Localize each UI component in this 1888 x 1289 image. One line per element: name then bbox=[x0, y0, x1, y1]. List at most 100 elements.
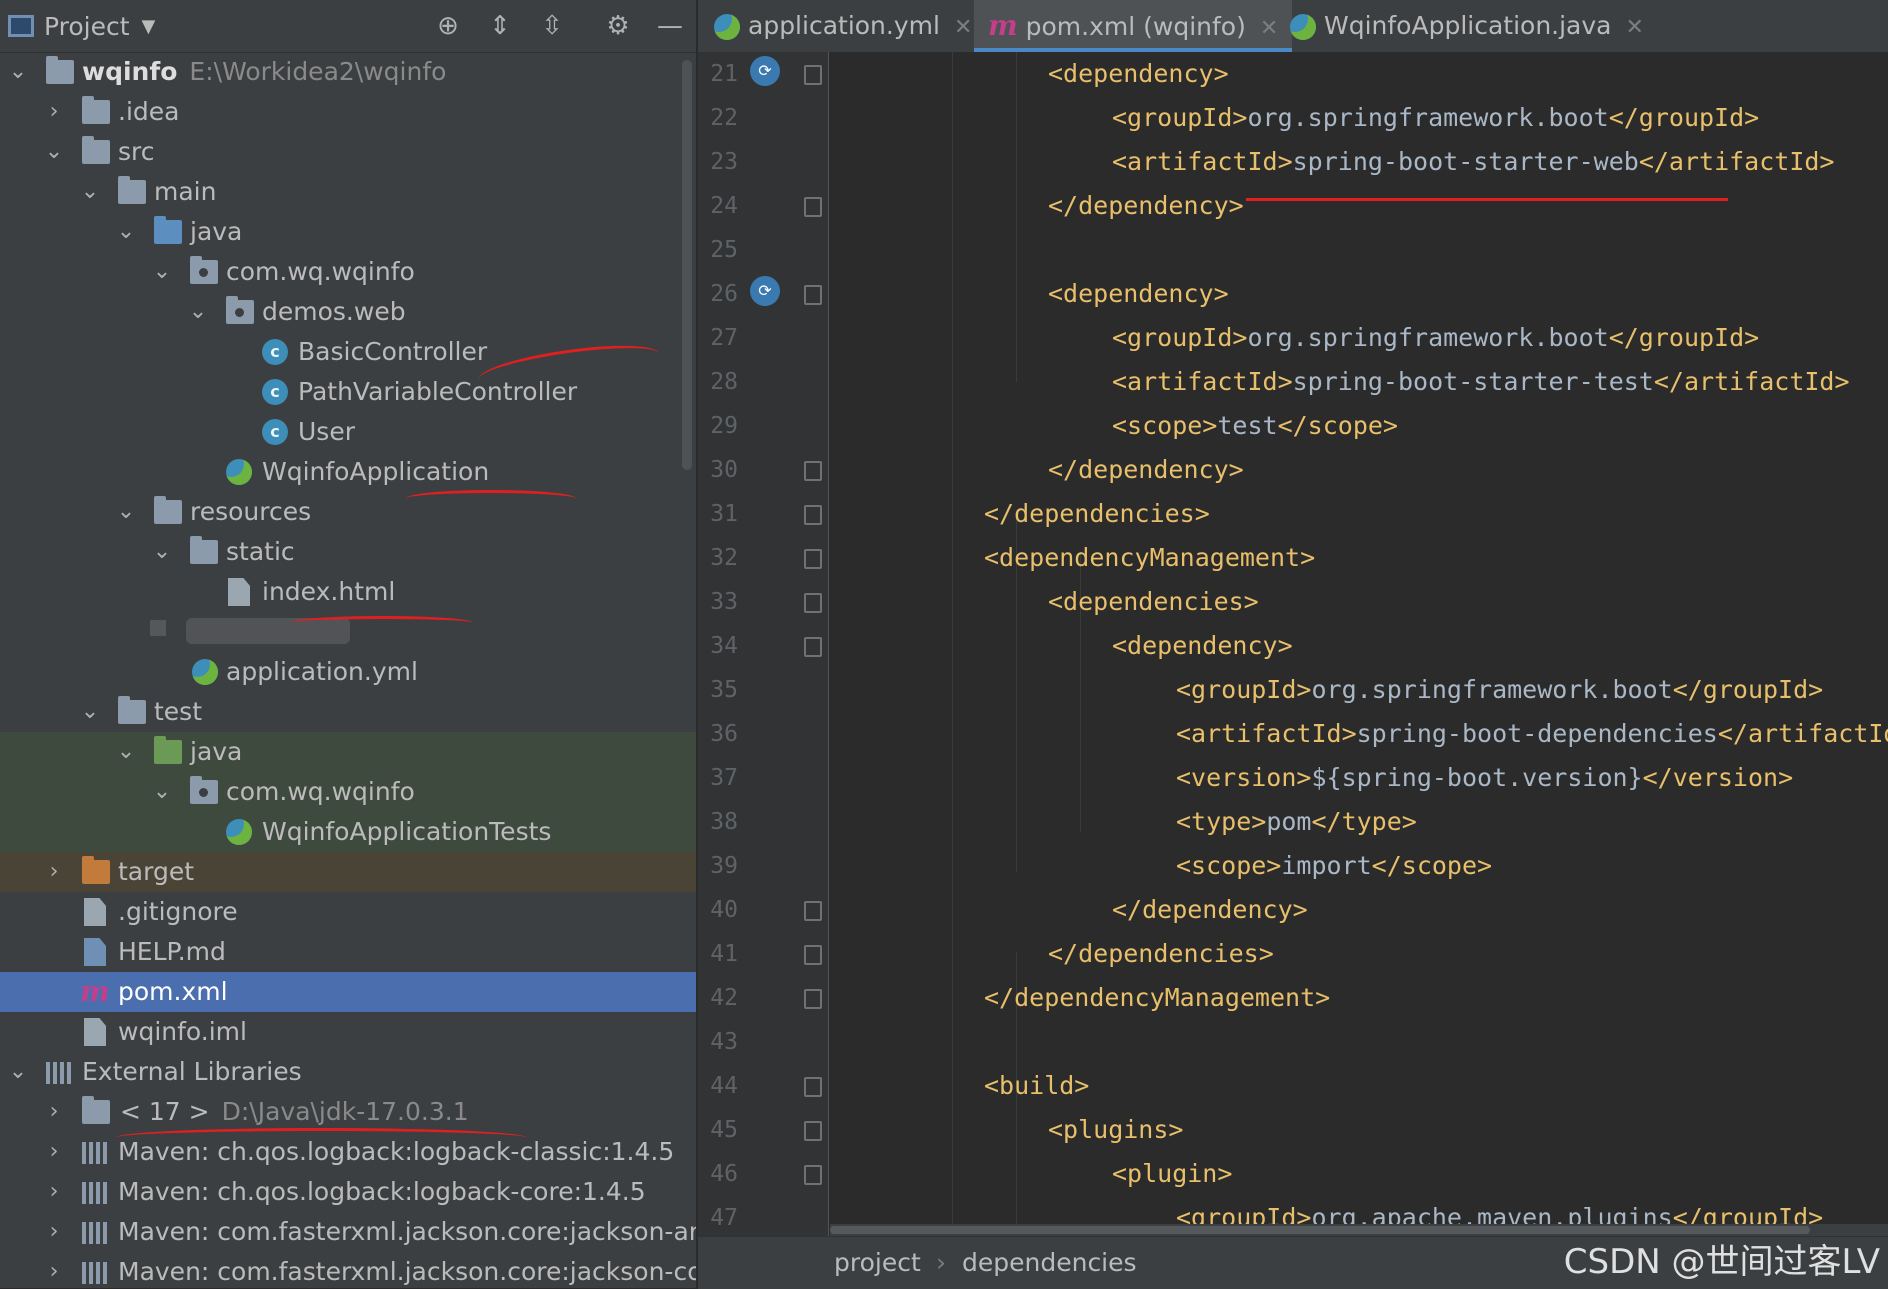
xml-tag: <dependency> bbox=[1048, 59, 1229, 88]
editor-horizontal-scrollbar[interactable] bbox=[830, 1224, 1888, 1236]
tree-item-external-libraries[interactable]: ⌄ External Libraries bbox=[0, 1052, 696, 1092]
close-icon[interactable]: ✕ bbox=[954, 15, 972, 40]
folder-icon bbox=[82, 136, 110, 164]
chevron-down-icon[interactable]: ⌄ bbox=[150, 772, 174, 812]
tree-item-library[interactable]: › Maven: ch.qos.logback:logback-core:1.4… bbox=[0, 1172, 696, 1212]
run-gutter-icon[interactable]: ⟳ bbox=[750, 276, 780, 306]
fold-icon[interactable] bbox=[804, 1121, 822, 1141]
tree-item-application-yml[interactable]: application.yml bbox=[0, 652, 696, 692]
chevron-down-icon[interactable]: ⌄ bbox=[42, 132, 66, 172]
fold-icon[interactable] bbox=[804, 505, 822, 525]
tree-item-label: User bbox=[298, 417, 355, 446]
tree-item-package[interactable]: ⌄ com.wq.wqinfo bbox=[0, 252, 696, 292]
tree-item-static[interactable]: ⌄ static bbox=[0, 532, 696, 572]
line-number: 33 bbox=[710, 589, 738, 615]
tree-item-test-class[interactable]: WqinfoApplicationTests bbox=[0, 812, 696, 852]
fold-icon[interactable] bbox=[804, 549, 822, 569]
tree-item-library[interactable]: › Maven: com.fasterxml.jackson.core:jack… bbox=[0, 1212, 696, 1252]
tree-item-help-md[interactable]: HELP.md bbox=[0, 932, 696, 972]
tree-item-test-package[interactable]: ⌄ com.wq.wqinfo bbox=[0, 772, 696, 812]
maven-file-icon: m bbox=[988, 9, 1018, 42]
line-number: 23 bbox=[710, 149, 738, 175]
package-icon bbox=[190, 256, 218, 284]
library-icon bbox=[82, 1182, 110, 1204]
tree-item-src[interactable]: ⌄ src bbox=[0, 132, 696, 172]
project-view-selector[interactable]: Project ▼ bbox=[8, 12, 155, 41]
project-panel-title: Project bbox=[44, 11, 130, 41]
tree-item-root[interactable]: ⌄ wqinfo E:\Workidea2\wqinfo bbox=[0, 52, 696, 92]
chevron-down-icon[interactable]: ⌄ bbox=[150, 532, 174, 572]
fold-icon[interactable] bbox=[804, 945, 822, 965]
close-icon[interactable]: ✕ bbox=[1626, 15, 1644, 40]
chevron-down-icon[interactable]: ⌄ bbox=[78, 692, 102, 732]
tree-item-demos-web[interactable]: ⌄ demos.web bbox=[0, 292, 696, 332]
tree-item-test[interactable]: ⌄ test bbox=[0, 692, 696, 732]
expand-all-icon[interactable]: ⇕ bbox=[484, 10, 516, 42]
tree-item-resources[interactable]: ⌄ resources bbox=[0, 492, 696, 532]
tree-item-label: Maven: ch.qos.logback:logback-core:1.4.5 bbox=[118, 1177, 646, 1206]
breadcrumb-item-project[interactable]: project bbox=[834, 1237, 921, 1289]
chevron-right-icon[interactable]: › bbox=[42, 1212, 66, 1252]
fold-icon[interactable] bbox=[804, 1077, 822, 1097]
watermark: CSDN @世间过客LV bbox=[1563, 1242, 1880, 1282]
annotation-underline bbox=[292, 616, 472, 629]
tree-item-library[interactable]: › Maven: com.fasterxml.jackson.core:jack… bbox=[0, 1252, 696, 1288]
tree-item-wqinfo-application[interactable]: WqinfoApplication bbox=[0, 452, 696, 492]
tab-application-yml[interactable]: application.yml ✕ bbox=[714, 0, 972, 52]
tree-item-jdk[interactable]: › < 17 > D:\Java\jdk-17.0.3.1 bbox=[0, 1092, 696, 1132]
chevron-down-icon[interactable]: ⌄ bbox=[78, 172, 102, 212]
xml-tag: </type> bbox=[1311, 807, 1417, 836]
chevron-down-icon[interactable]: ⌄ bbox=[114, 492, 138, 532]
breadcrumb-item-dependencies[interactable]: dependencies bbox=[962, 1237, 1137, 1289]
tree-item-pom-xml[interactable]: m pom.xml bbox=[0, 972, 696, 1012]
tree-item-idea[interactable]: › .idea bbox=[0, 92, 696, 132]
java-class-icon: c bbox=[262, 339, 288, 365]
indent-guide bbox=[1016, 52, 1017, 382]
tree-item-iml[interactable]: wqinfo.iml bbox=[0, 1012, 696, 1052]
tab-pom-xml[interactable]: m pom.xml (wqinfo) ✕ bbox=[974, 0, 1293, 52]
collapse-all-icon[interactable]: ⇳ bbox=[536, 10, 568, 42]
code-editor[interactable]: <dependency> <groupId>org.springframework… bbox=[830, 52, 1888, 1236]
run-gutter-icon[interactable]: ⟳ bbox=[750, 56, 780, 86]
chevron-down-icon[interactable]: ⌄ bbox=[6, 1052, 30, 1092]
chevron-right-icon[interactable]: › bbox=[42, 92, 66, 132]
tree-item-target[interactable]: › target bbox=[0, 852, 696, 892]
close-icon[interactable]: ✕ bbox=[1260, 16, 1278, 41]
fold-icon[interactable] bbox=[804, 461, 822, 481]
chevron-down-icon[interactable]: ⌄ bbox=[150, 252, 174, 292]
locate-icon[interactable]: ⊕ bbox=[432, 10, 464, 42]
tree-item-label: application.yml bbox=[226, 657, 418, 686]
fold-icon[interactable] bbox=[804, 197, 822, 217]
code-line: </dependency> bbox=[1112, 888, 1308, 932]
fold-icon[interactable] bbox=[804, 1165, 822, 1185]
chevron-right-icon[interactable]: › bbox=[42, 1132, 66, 1172]
chevron-down-icon[interactable]: ⌄ bbox=[114, 212, 138, 252]
fold-icon[interactable] bbox=[804, 593, 822, 613]
tree-vertical-scrollbar[interactable] bbox=[682, 60, 692, 470]
tree-item-gitignore[interactable]: .gitignore bbox=[0, 892, 696, 932]
xml-tag: <scope> bbox=[1112, 411, 1218, 440]
minimize-icon[interactable]: — bbox=[654, 10, 686, 42]
chevron-down-icon[interactable]: ⌄ bbox=[186, 292, 210, 332]
gear-icon[interactable]: ⚙ bbox=[602, 10, 634, 42]
fold-icon[interactable] bbox=[804, 637, 822, 657]
tree-item-java[interactable]: ⌄ java bbox=[0, 212, 696, 252]
test-folder-icon bbox=[154, 736, 182, 764]
chevron-down-icon[interactable]: ⌄ bbox=[114, 732, 138, 772]
tree-item-test-java[interactable]: ⌄ java bbox=[0, 732, 696, 772]
chevron-right-icon[interactable]: › bbox=[42, 852, 66, 892]
fold-icon[interactable] bbox=[804, 901, 822, 921]
chevron-right-icon[interactable]: › bbox=[42, 1092, 66, 1132]
fold-icon[interactable] bbox=[804, 285, 822, 305]
fold-icon[interactable] bbox=[804, 65, 822, 85]
fold-icon[interactable] bbox=[804, 989, 822, 1009]
tree-item-index-html[interactable]: index.html bbox=[0, 572, 696, 612]
code-line: </dependencies> bbox=[984, 492, 1210, 536]
tree-item-main[interactable]: ⌄ main bbox=[0, 172, 696, 212]
tab-wqinfo-application[interactable]: WqinfoApplication.java ✕ bbox=[1290, 0, 1644, 52]
chevron-down-icon[interactable]: ⌄ bbox=[6, 52, 30, 92]
folder-icon bbox=[118, 176, 146, 204]
chevron-right-icon[interactable]: › bbox=[42, 1172, 66, 1212]
chevron-right-icon[interactable]: › bbox=[42, 1252, 66, 1288]
tree-item-user[interactable]: c User bbox=[0, 412, 696, 452]
